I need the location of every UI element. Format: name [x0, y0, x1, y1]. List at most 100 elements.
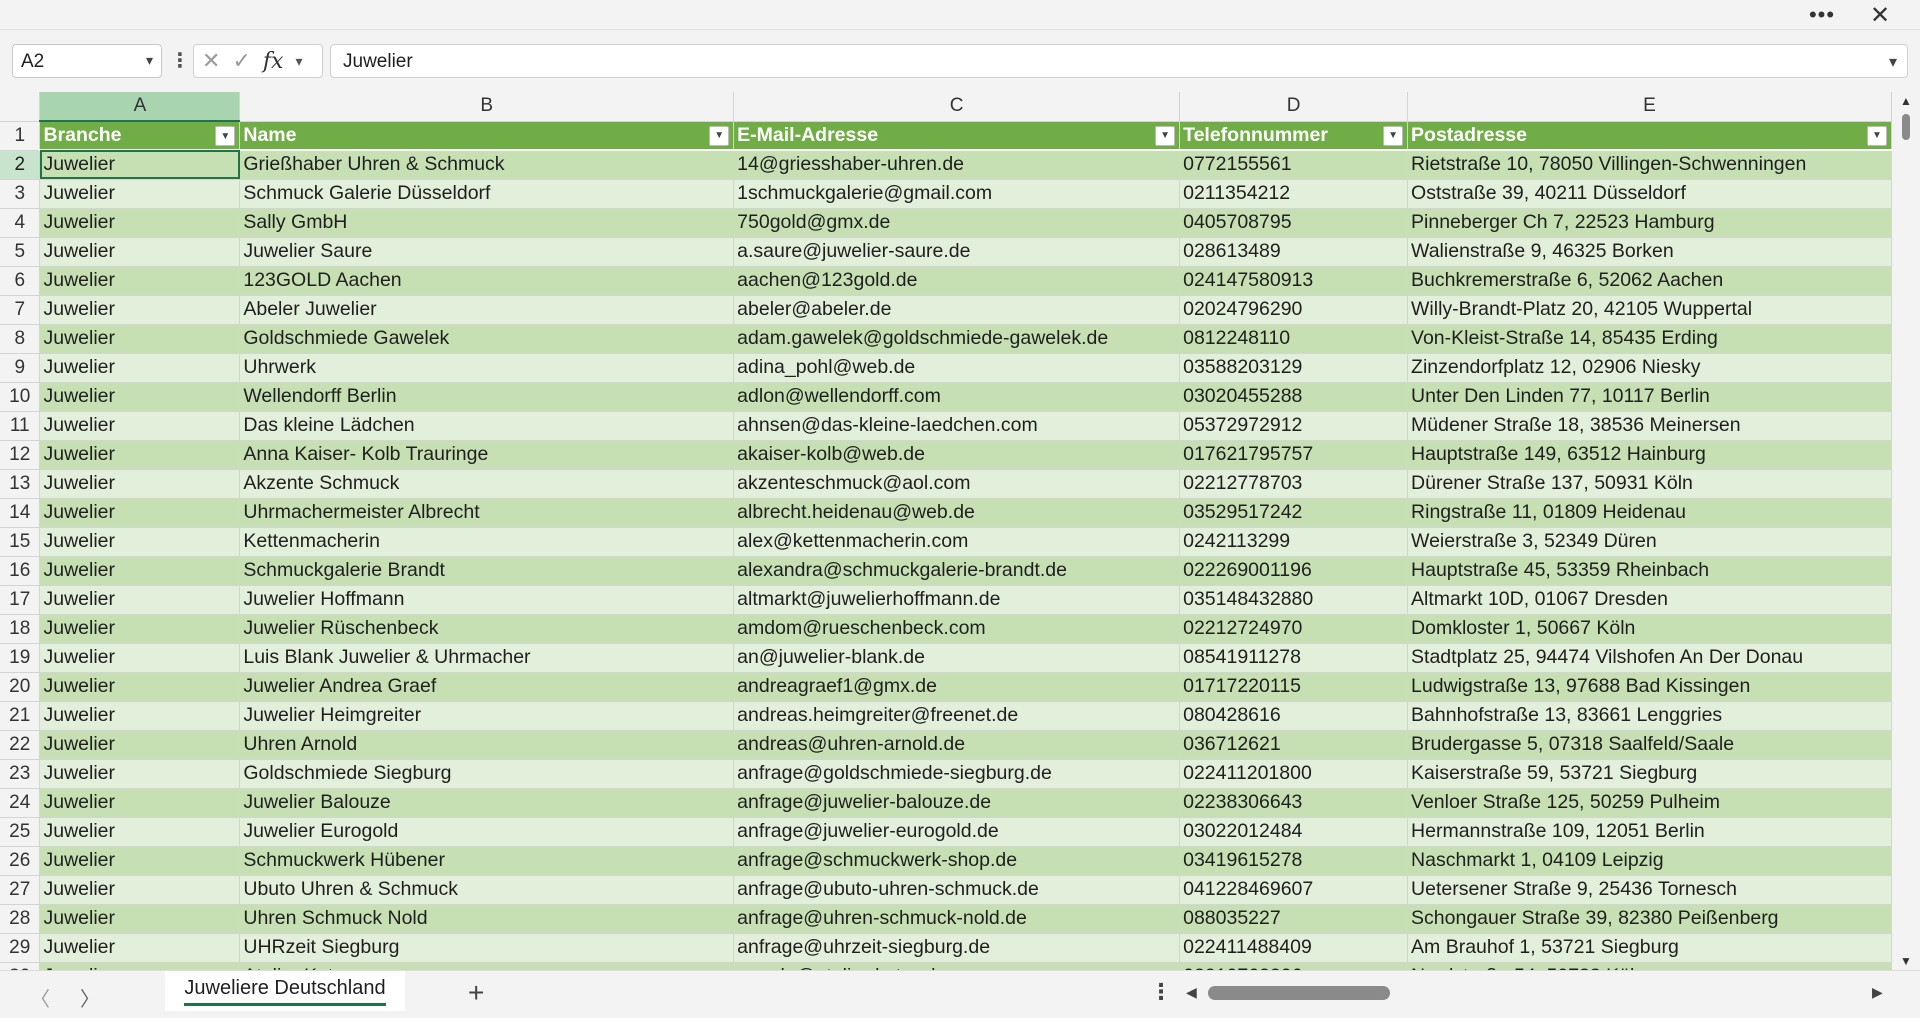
table-header-cell[interactable]: Postadresse ▼	[1407, 121, 1892, 151]
table-cell[interactable]: Kettenmacherin	[239, 527, 735, 557]
table-cell[interactable]: Juwelier	[39, 585, 241, 615]
table-cell[interactable]: Juwelier	[39, 382, 241, 412]
table-cell[interactable]: Juwelier	[39, 817, 241, 847]
chevron-down-icon[interactable]: ▾	[295, 53, 302, 70]
table-cell[interactable]: Schongauer Straße 39, 82380 Peißenberg	[1407, 904, 1892, 934]
table-cell[interactable]: 0405708795	[1179, 208, 1409, 238]
table-cell[interactable]: angela@atelier-katzy.de	[733, 962, 1181, 970]
row-header[interactable]: 5	[0, 237, 41, 267]
table-header-cell[interactable]: Branche ▼	[39, 121, 241, 151]
row-header[interactable]: 27	[0, 875, 41, 905]
table-cell[interactable]: 041228469607	[1179, 875, 1409, 905]
table-cell[interactable]: Dürener Straße 137, 50931 Köln	[1407, 469, 1892, 499]
table-cell[interactable]: 750gold@gmx.de	[733, 208, 1181, 238]
column-header-b[interactable]: B	[239, 92, 735, 122]
table-cell[interactable]: alex@kettenmacherin.com	[733, 527, 1181, 557]
table-cell[interactable]: amdom@rueschenbeck.com	[733, 614, 1181, 644]
table-cell[interactable]: Hermannstraße 109, 12051 Berlin	[1407, 817, 1892, 847]
table-cell[interactable]: a.saure@juwelier-saure.de	[733, 237, 1181, 267]
row-header[interactable]: 26	[0, 846, 41, 876]
table-cell[interactable]: 088035227	[1179, 904, 1409, 934]
table-cell[interactable]: Juwelier	[39, 672, 241, 702]
table-cell[interactable]: Buchkremerstraße 6, 52062 Aachen	[1407, 266, 1892, 296]
table-cell[interactable]: anfrage@juwelier-balouze.de	[733, 788, 1181, 818]
table-cell[interactable]: Bahnhofstraße 13, 83661 Lenggries	[1407, 701, 1892, 731]
table-cell[interactable]: Uhren Arnold	[239, 730, 735, 760]
row-header[interactable]: 19	[0, 643, 41, 673]
table-cell[interactable]: 01717220115	[1179, 672, 1409, 702]
row-header[interactable]: 13	[0, 469, 41, 499]
table-cell[interactable]: Grießhaber Uhren & Schmuck	[239, 150, 735, 180]
column-header-d[interactable]: D	[1179, 92, 1409, 122]
table-cell[interactable]: Juwelier	[39, 469, 241, 499]
table-cell[interactable]: 03419615278	[1179, 846, 1409, 876]
table-cell[interactable]: Juwelier	[39, 875, 241, 905]
table-cell[interactable]: Juwelier	[39, 353, 241, 383]
row-header[interactable]: 8	[0, 324, 41, 354]
table-cell[interactable]: 03529517242	[1179, 498, 1409, 528]
table-cell[interactable]: Juwelier	[39, 759, 241, 789]
table-cell[interactable]: 017621795757	[1179, 440, 1409, 470]
add-sheet-icon[interactable]: +	[468, 977, 484, 1009]
column-header-a[interactable]: A	[39, 92, 241, 122]
table-cell[interactable]: 14@griesshaber-uhren.de	[733, 150, 1181, 180]
row-header[interactable]: 24	[0, 788, 41, 818]
table-cell[interactable]: 0812248110	[1179, 324, 1409, 354]
table-cell[interactable]: Juwelier Balouze	[239, 788, 735, 818]
row-header[interactable]: 28	[0, 904, 41, 934]
table-cell[interactable]: 03020455288	[1179, 382, 1409, 412]
table-cell[interactable]: 02212778703	[1179, 469, 1409, 499]
table-cell[interactable]: Juwelier	[39, 904, 241, 934]
table-cell[interactable]: Nordstraße 54, 50733 Köln	[1407, 962, 1892, 970]
table-cell[interactable]: Atelier Katzy	[239, 962, 735, 970]
table-cell[interactable]: akaiser-kolb@web.de	[733, 440, 1181, 470]
table-cell[interactable]: andreas@uhren-arnold.de	[733, 730, 1181, 760]
table-cell[interactable]: Von-Kleist-Straße 14, 85435 Erding	[1407, 324, 1892, 354]
filter-dropdown-icon[interactable]: ▼	[215, 126, 236, 146]
close-icon[interactable]: ✕	[1860, 0, 1900, 30]
table-cell[interactable]: 036712621	[1179, 730, 1409, 760]
column-header-e[interactable]: E	[1407, 92, 1892, 122]
table-cell[interactable]: Juwelier	[39, 788, 241, 818]
row-header[interactable]: 22	[0, 730, 41, 760]
table-cell[interactable]: Juwelier	[39, 179, 241, 209]
row-header[interactable]: 2	[0, 150, 41, 180]
table-cell[interactable]: Juwelier	[39, 237, 241, 267]
table-cell[interactable]: Juwelier Hoffmann	[239, 585, 735, 615]
filter-dropdown-icon[interactable]: ▼	[1867, 125, 1887, 146]
filter-dropdown-icon[interactable]: ▼	[1383, 125, 1404, 146]
table-cell[interactable]: 03022012484	[1179, 817, 1409, 847]
table-cell[interactable]: 022411488409	[1179, 933, 1409, 963]
vertical-dots-icon[interactable]: ⋮	[1150, 979, 1172, 1005]
table-cell[interactable]: Juwelier	[39, 266, 241, 296]
column-header-c[interactable]: C	[733, 92, 1181, 122]
table-cell[interactable]: 022269001196	[1179, 556, 1409, 586]
table-cell[interactable]: 02212724970	[1179, 614, 1409, 644]
table-cell[interactable]: Ubuto Uhren & Schmuck	[239, 875, 735, 905]
table-cell[interactable]: 0242113299	[1179, 527, 1409, 557]
table-cell[interactable]: 123GOLD Aachen	[239, 266, 735, 296]
table-cell[interactable]: Pinneberger Ch 7, 22523 Hamburg	[1407, 208, 1892, 238]
table-cell[interactable]: anfrage@uhrzeit-siegburg.de	[733, 933, 1181, 963]
insert-function-icon[interactable]: fx	[263, 49, 284, 74]
table-cell[interactable]: Juwelier	[39, 933, 241, 963]
table-cell[interactable]: Uhrwerk	[239, 353, 735, 383]
table-header-cell[interactable]: Telefonnummer ▼	[1179, 121, 1409, 151]
row-header[interactable]: 15	[0, 527, 41, 557]
table-cell[interactable]: Walienstraße 9, 46325 Borken	[1407, 237, 1892, 267]
table-cell[interactable]: Hauptstraße 45, 53359 Rheinbach	[1407, 556, 1892, 586]
table-cell[interactable]: Juwelier	[39, 846, 241, 876]
expand-formula-icon[interactable]: ▾	[1889, 52, 1897, 72]
table-cell[interactable]: anfrage@schmuckwerk-shop.de	[733, 846, 1181, 876]
row-header[interactable]: 12	[0, 440, 41, 470]
table-cell[interactable]: andreas.heimgreiter@freenet.de	[733, 701, 1181, 731]
table-cell[interactable]: 022411201800	[1179, 759, 1409, 789]
row-header[interactable]: 29	[0, 933, 41, 963]
horizontal-scroll-thumb[interactable]	[1208, 986, 1390, 1000]
table-cell[interactable]: 080428616	[1179, 701, 1409, 731]
table-cell[interactable]: anfrage@ubuto-uhren-schmuck.de	[733, 875, 1181, 905]
select-all-corner[interactable]	[0, 92, 41, 122]
table-cell[interactable]: Kaiserstraße 59, 53721 Siegburg	[1407, 759, 1892, 789]
table-cell[interactable]: 02024796290	[1179, 295, 1409, 325]
table-cell[interactable]: Sally GmbH	[239, 208, 735, 238]
